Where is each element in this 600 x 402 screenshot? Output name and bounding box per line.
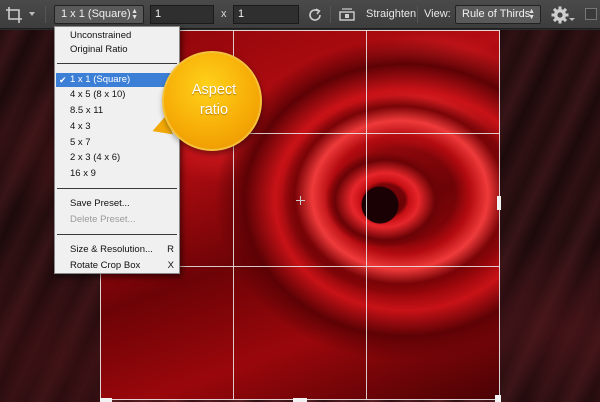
menu-item-label: Rotate Crop Box (70, 260, 141, 271)
delete-cropped-pixels-checkbox[interactable] (585, 8, 597, 20)
aspect-ratio-value: 1 x 1 (Square) (61, 8, 131, 20)
updown-arrows-icon: ▲ ▼ (131, 8, 138, 21)
shortcut-label: R (167, 244, 174, 255)
overlay-view-select[interactable]: Rule of Thirds ▲ ▼ (455, 5, 541, 24)
crop-handle-bottom-left[interactable] (100, 398, 112, 402)
gear-icon[interactable] (551, 6, 569, 24)
ratio-width-field[interactable]: 1 (150, 5, 214, 24)
callout-line-2: ratio (199, 102, 229, 118)
straighten-button[interactable]: Straighten (366, 8, 416, 20)
menu-item-save-preset[interactable]: Save Preset... (56, 197, 178, 211)
crop-tool-icon[interactable] (5, 6, 23, 24)
settings-arrow-icon[interactable] (569, 18, 575, 21)
updown-arrows-icon: ▲ ▼ (528, 8, 535, 21)
toolbar-divider (417, 6, 418, 23)
crop-center-crosshair-icon (296, 196, 305, 205)
callout-line-1: Aspect (191, 82, 237, 98)
shortcut-label: X (167, 260, 174, 271)
ratio-height-value: 1 (238, 8, 245, 20)
menu-item-8-5x11[interactable]: 8.5 x 11 (56, 104, 178, 118)
checkmark-icon: ✔ (59, 75, 67, 85)
ratio-times-label: x (221, 8, 227, 20)
crop-handle-right[interactable] (497, 196, 501, 210)
toolbar-divider (45, 6, 46, 23)
menu-separator (57, 234, 177, 235)
menu-separator (57, 63, 177, 64)
rotate-swap-icon[interactable] (306, 6, 324, 24)
callout-text: Aspect ratio (162, 80, 266, 120)
menu-item-16x9[interactable]: 16 x 9 (56, 167, 178, 181)
ratio-width-value: 1 (155, 8, 162, 20)
menu-item-4x5[interactable]: 4 x 5 (8 x 10) (56, 88, 178, 102)
crop-handle-bottom-right[interactable] (495, 395, 501, 402)
view-label: View: (424, 8, 451, 20)
options-bar: 1 x 1 (Square) ▲ ▼ 1 x 1 Straighten View:… (0, 0, 600, 29)
toolbar-divider (330, 6, 331, 23)
menu-item-original-ratio[interactable]: Original Ratio (56, 43, 178, 57)
crop-shield-right (500, 30, 600, 402)
menu-item-label: Size & Resolution... (70, 244, 153, 255)
menu-item-unconstrained[interactable]: Unconstrained (56, 29, 178, 43)
tool-preset-arrow-icon[interactable] (29, 12, 35, 16)
crop-handle-bottom[interactable] (293, 398, 307, 402)
menu-item-label: 1 x 1 (Square) (70, 74, 131, 85)
menu-item-1x1-square[interactable]: ✔ 1 x 1 (Square) (56, 73, 178, 87)
menu-item-rotate-crop-box[interactable]: Rotate Crop Box X (56, 259, 178, 273)
ratio-height-field[interactable]: 1 (233, 5, 299, 24)
level-icon[interactable] (339, 8, 355, 22)
menu-item-delete-preset: Delete Preset... (70, 214, 136, 225)
aspect-ratio-dropdown-menu: Unconstrained Original Ratio ✔ 1 x 1 (Sq… (54, 26, 180, 274)
menu-separator (57, 188, 177, 189)
aspect-ratio-select[interactable]: 1 x 1 (Square) ▲ ▼ (54, 5, 144, 24)
overlay-view-value: Rule of Thirds (462, 8, 531, 20)
menu-item-2x3[interactable]: 2 x 3 (4 x 6) (56, 151, 178, 165)
menu-item-size-resolution[interactable]: Size & Resolution... R (56, 243, 178, 257)
